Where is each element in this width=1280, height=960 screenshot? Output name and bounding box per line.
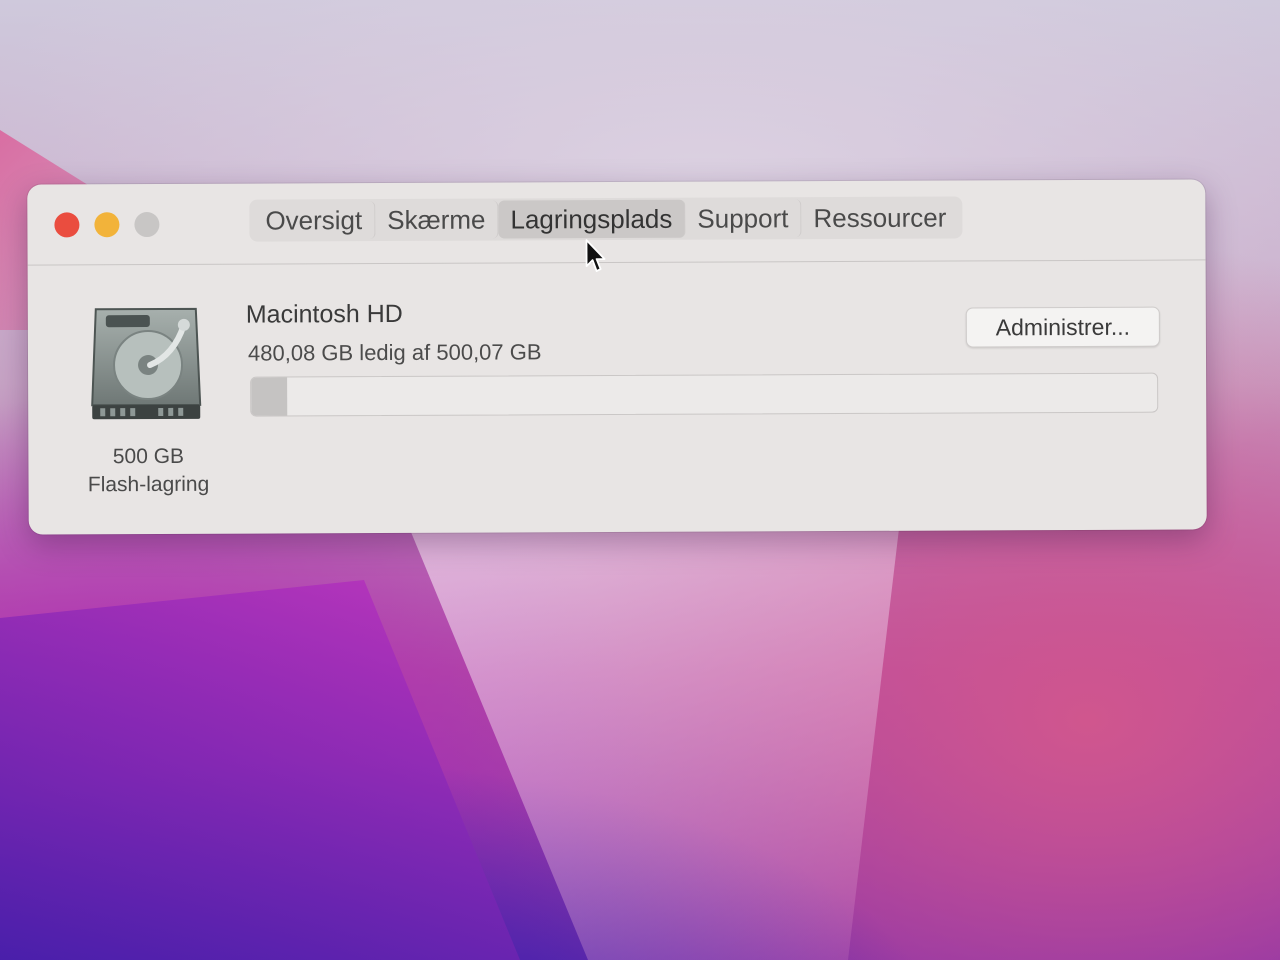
window-titlebar: Oversigt Skærme Lagringsplads Support Re…	[27, 179, 1206, 272]
tab-skaerme[interactable]: Skærme	[375, 200, 499, 240]
tab-support[interactable]: Support	[685, 199, 802, 238]
hard-drive-icon	[91, 307, 202, 420]
window-controls	[54, 211, 160, 238]
wallpaper-shape	[0, 580, 520, 960]
tab-oversigt[interactable]: Oversigt	[253, 201, 376, 240]
free-space-text: 480,08 GB ledig af 500,07 GB	[247, 339, 542, 366]
storage-usage-fill	[251, 377, 288, 416]
volume-name: Macintosh HD	[245, 299, 403, 329]
tab-ressourcer[interactable]: Ressourcer	[801, 199, 958, 238]
disk-type-label: Flash-lagring	[87, 472, 210, 497]
close-button[interactable]	[54, 212, 80, 238]
disk-caption: 500 GB Flash-lagring	[68, 443, 228, 500]
about-this-mac-window: Oversigt Skærme Lagringsplads Support Re…	[27, 179, 1207, 535]
disk-size-label: 500 GB	[112, 444, 185, 469]
minimize-button[interactable]	[94, 212, 120, 238]
tab-lagringsplads[interactable]: Lagringsplads	[498, 199, 686, 239]
storage-usage-bar	[250, 372, 1159, 417]
storage-panel: 500 GB Flash-lagring Macintosh HD 480,08…	[28, 260, 1207, 533]
tab-bar: Oversigt Skærme Lagringsplads Support Re…	[249, 196, 963, 242]
manage-storage-button[interactable]: Administrer...	[965, 306, 1160, 348]
zoom-button	[134, 211, 160, 238]
